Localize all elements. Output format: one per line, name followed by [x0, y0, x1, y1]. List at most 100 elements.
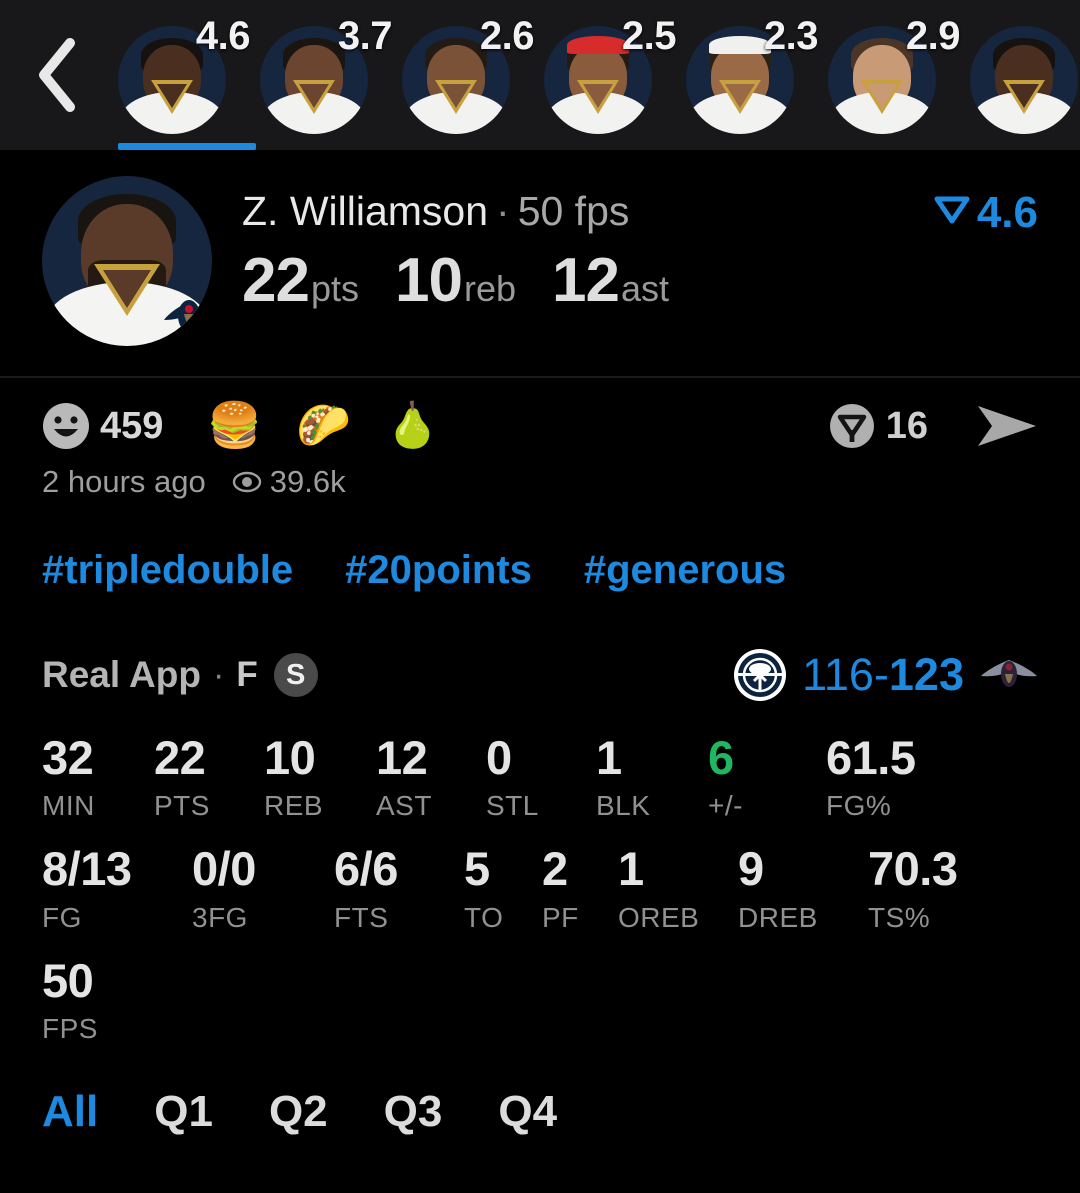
- stat-value: 8/13: [42, 842, 132, 896]
- quarter-tab-q3[interactable]: Q3: [384, 1087, 443, 1137]
- carousel-avatar-1[interactable]: 4.6: [112, 0, 256, 150]
- stat-label: MIN: [42, 790, 95, 822]
- team-logo-pelicans-icon: [162, 294, 212, 340]
- avatar-rating-1: 4.6: [195, 14, 251, 58]
- emoji-reactions[interactable]: 🍔 🌮 🍐: [207, 404, 473, 448]
- post-timestamp: 2 hours ago: [42, 464, 206, 499]
- avatar-rating-6: 2.9: [905, 14, 961, 58]
- reaction-actions: 16: [828, 402, 1038, 450]
- stat-value: 22: [154, 731, 206, 784]
- stat-label: FG%: [826, 790, 892, 822]
- player-carousel: 4.6 3.7 2.6 2.5 2.3 2.9: [0, 0, 1080, 150]
- green-apple-emoji[interactable]: 🍐: [385, 404, 440, 448]
- stat-value: 50: [42, 953, 94, 1007]
- stat-value: 0/0: [192, 842, 256, 896]
- stat-cell-fps: 50 FPS: [42, 953, 172, 1045]
- carousel-avatar-5[interactable]: 2.3: [680, 0, 822, 150]
- player-rating-badge[interactable]: 4.6: [933, 188, 1038, 238]
- stat-value: 61.5: [826, 731, 916, 784]
- avatar-rating-4: 2.5: [621, 14, 677, 58]
- stat-value: 6/6: [334, 842, 398, 896]
- reaction-count-group[interactable]: 459: [42, 402, 163, 450]
- source-and-score-row: Real App · F S 116 - 123: [0, 593, 1080, 703]
- taco-emoji[interactable]: 🌮: [296, 404, 351, 448]
- player-header: Z. Williamson · 50 fps 22pts 10reb 12ast 4.6: [0, 150, 1080, 378]
- carousel-avatar-4[interactable]: 2.5: [538, 0, 680, 150]
- stat-label: OREB: [618, 901, 700, 933]
- hashtag-1[interactable]: #tripledouble: [42, 548, 293, 593]
- avatar-headband: [709, 36, 771, 54]
- stat-cell-stl: 0 STL: [486, 733, 596, 822]
- source-name[interactable]: Real App: [42, 654, 201, 696]
- stat-value: 32: [42, 731, 94, 784]
- stat-label: STL: [486, 790, 539, 822]
- avatar-rating-3: 2.6: [479, 14, 535, 58]
- carousel-avatar-2[interactable]: 3.7: [254, 0, 396, 150]
- back-button[interactable]: [0, 0, 112, 150]
- avatar-rating-2: 3.7: [337, 14, 393, 58]
- stat-label: REB: [264, 790, 324, 822]
- stat-value: 10: [264, 731, 316, 784]
- stat-value: 70.3: [868, 842, 958, 896]
- player-avatar[interactable]: [42, 176, 212, 346]
- headline-stat-ast-label: ast: [620, 268, 669, 309]
- reaction-bar: 459 🍔 🌮 🍐 16: [0, 378, 1080, 450]
- hashtag-2[interactable]: #20points: [345, 548, 532, 593]
- score-separator: -: [873, 649, 889, 700]
- send-arrow-icon[interactable]: [976, 403, 1038, 449]
- stat-label: 3FG: [192, 901, 248, 933]
- stat-cell-reb: 10 REB: [264, 733, 376, 822]
- smiley-face-icon[interactable]: [42, 402, 90, 450]
- avatar-image: [970, 26, 1078, 134]
- quarter-tab-q1[interactable]: Q1: [154, 1087, 213, 1137]
- player-name-line: Z. Williamson · 50 fps: [242, 188, 1038, 235]
- boxscore-row-2: 8/13 FG 0/0 3FG 6/6 FTS 5 TO 2 PF 1 OREB 9 DREB 70.3 TS…: [0, 844, 1080, 933]
- stat-label: PF: [542, 901, 579, 933]
- avatar-headband: [567, 36, 629, 54]
- player-headline-stats: 22pts 10reb 12ast: [242, 245, 1038, 316]
- vote-count: 16: [885, 404, 928, 447]
- stat-value: 6: [708, 731, 734, 784]
- quarter-tab-q2[interactable]: Q2: [269, 1087, 328, 1137]
- carousel-avatar-7[interactable]: [964, 0, 1080, 150]
- home-score: 123: [888, 649, 964, 700]
- hamburger-emoji[interactable]: 🍔: [207, 404, 262, 448]
- stat-cell-to: 5 TO: [464, 844, 542, 933]
- source-separator: ·: [212, 655, 225, 694]
- stat-label: TS%: [868, 901, 931, 933]
- source-flag: F: [236, 655, 258, 694]
- stat-value: 1: [618, 842, 644, 896]
- headline-stat-reb-value: 10: [395, 246, 463, 315]
- stat-label: TO: [464, 901, 504, 933]
- stat-cell-pts: 22 PTS: [154, 733, 264, 822]
- post-meta: 2 hours ago 39.6k: [0, 450, 1080, 500]
- eye-icon: [232, 467, 262, 497]
- player-name: Z. Williamson: [242, 188, 489, 234]
- stat-label: BLK: [596, 790, 651, 822]
- stat-value: 1: [596, 731, 622, 784]
- headline-stat-reb-label: reb: [463, 268, 516, 309]
- game-score[interactable]: 116 - 123: [732, 647, 1038, 703]
- stat-label: FG: [42, 901, 82, 933]
- stat-label: +/-: [708, 790, 743, 822]
- player-info: Z. Williamson · 50 fps 22pts 10reb 12ast: [212, 176, 1038, 316]
- stat-label: DREB: [738, 901, 818, 933]
- stat-value: 9: [738, 842, 764, 896]
- player-rating-value: 4.6: [976, 188, 1038, 237]
- carousel-avatar-6[interactable]: 2.9: [822, 0, 964, 150]
- carousel-avatar-3[interactable]: 2.6: [396, 0, 538, 150]
- source-badge[interactable]: S: [273, 653, 318, 697]
- hashtag-list: #tripledouble #20points #generous: [0, 500, 1080, 593]
- team-logo-pelicans-icon: [980, 654, 1038, 696]
- stat-cell-blk: 1 BLK: [596, 733, 708, 822]
- stat-label: FPS: [42, 1013, 98, 1045]
- stat-cell-dreb: 9 DREB: [738, 844, 868, 933]
- boxscore-row-3: 50 FPS: [0, 953, 1080, 1045]
- quarter-tabs: All Q1 Q2 Q3 Q4: [0, 1045, 1080, 1137]
- team-logo-minnesota-icon: [732, 647, 788, 703]
- avatar-strip[interactable]: 4.6 3.7 2.6 2.5 2.3 2.9: [112, 0, 1080, 150]
- quarter-tab-q4[interactable]: Q4: [498, 1087, 557, 1137]
- hashtag-3[interactable]: #generous: [584, 548, 786, 593]
- quarter-tab-all[interactable]: All: [42, 1087, 98, 1137]
- vote-circle-icon[interactable]: [828, 402, 876, 450]
